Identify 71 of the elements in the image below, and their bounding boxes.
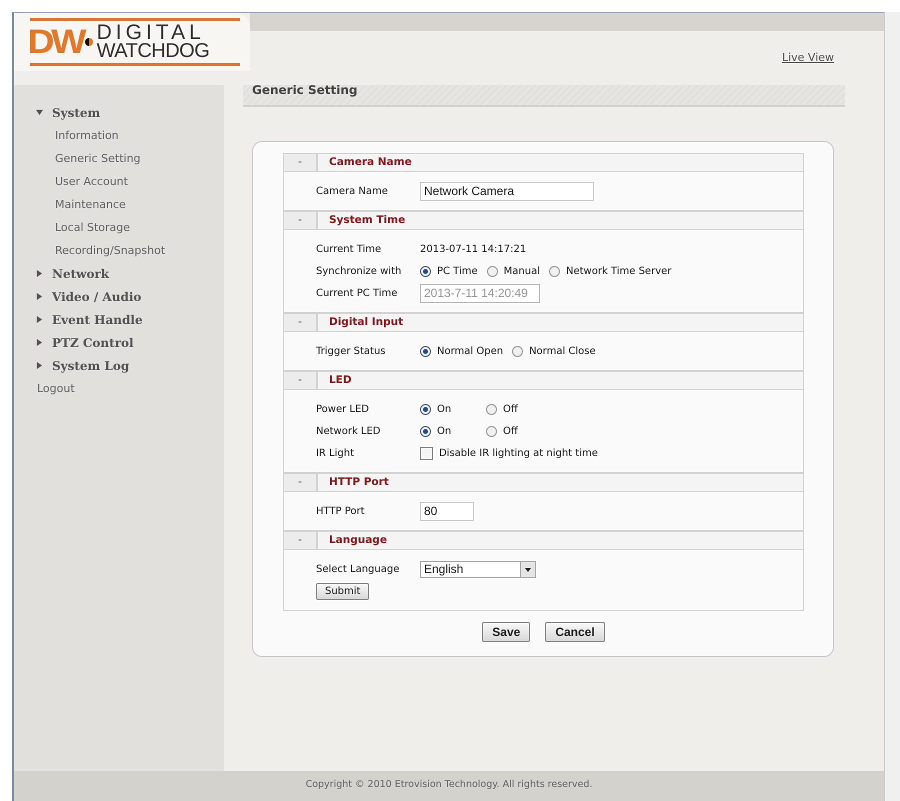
sidebar-item[interactable]: Recording/Snapshot (14, 239, 224, 262)
expanded-arrow-icon (36, 109, 43, 116)
option-label: Normal Open (436, 346, 504, 356)
sidebar-item[interactable]: Local Storage (14, 216, 224, 239)
submit-button[interactable]: Submit (316, 582, 370, 600)
field-label: Synchronize with (316, 266, 402, 276)
field-label: IR Light (316, 448, 356, 458)
caret-icon (520, 562, 535, 576)
radio-button[interactable] (486, 426, 497, 436)
section-title: Camera Name (328, 155, 412, 170)
collapse-toggle[interactable]: - (284, 154, 318, 171)
section-title: Digital Input (328, 315, 404, 330)
field-label: Power LED (316, 404, 370, 414)
field-label: Current PC Time (316, 288, 398, 298)
field-label: Trigger Status (316, 346, 387, 356)
radio-button[interactable] (420, 426, 431, 436)
radio-button[interactable] (486, 404, 497, 414)
radio-button[interactable] (420, 404, 431, 414)
collapsed-arrow-icon (36, 339, 43, 346)
option-label: Normal Close (529, 346, 596, 356)
input-field[interactable]: Network Camera (420, 182, 594, 200)
radio-button[interactable] (512, 346, 524, 356)
radio-button[interactable] (420, 266, 431, 276)
form-button[interactable]: Save (482, 622, 530, 642)
sidebar-item[interactable]: Maintenance (14, 193, 224, 216)
sidebar-group[interactable]: Video / Audio (14, 285, 224, 308)
logout-link[interactable]: Logout (14, 377, 224, 400)
section-title: HTTP Port (328, 475, 389, 490)
section-title: Language (328, 533, 387, 548)
section-title: System Time (328, 213, 406, 228)
field-label: Select Language (316, 564, 400, 574)
option-label: Disable IR lighting at night time (438, 448, 598, 458)
collapse-toggle[interactable]: - (284, 212, 318, 229)
sidebar-group[interactable]: System Log (14, 354, 224, 377)
option-label: PC Time (436, 266, 478, 276)
copyright-footer: Copyright © 2010 Etrovision Technology. All rights reserved. (14, 771, 884, 801)
option-label: Network Time Server (566, 266, 672, 276)
field-value: 2013-07-11 14:17:21 (420, 244, 526, 254)
collapsed-arrow-icon (36, 316, 43, 323)
sidebar-item[interactable]: Generic Setting (14, 147, 224, 170)
checkbox[interactable] (420, 446, 433, 460)
radio-button[interactable] (486, 266, 498, 276)
collapse-toggle[interactable]: - (284, 474, 318, 491)
sidebar-group[interactable]: Network (14, 262, 224, 285)
field-label: HTTP Port (316, 506, 366, 516)
option-label: On (436, 426, 452, 436)
sidebar-group[interactable]: System (14, 101, 224, 124)
collapsed-arrow-icon (36, 362, 43, 369)
collapse-toggle[interactable]: - (284, 372, 318, 389)
option-label: Off (502, 404, 519, 414)
collapse-toggle[interactable]: - (284, 532, 318, 549)
collapse-toggle[interactable]: - (284, 314, 318, 331)
radio-button[interactable] (549, 266, 560, 276)
sidebar-group[interactable]: Event Handle (14, 308, 224, 331)
sidebar-group[interactable]: PTZ Control (14, 331, 224, 354)
section-title: LED (328, 373, 352, 388)
collapsed-arrow-icon (36, 270, 43, 277)
option-label: Off (502, 426, 519, 436)
field-label: Network LED (316, 426, 382, 436)
language-dropdown[interactable]: English (420, 560, 536, 578)
form-button[interactable]: Cancel (545, 622, 605, 642)
live-view-link[interactable]: Live View (782, 51, 834, 64)
option-label: On (436, 404, 452, 414)
sidebar-item[interactable]: User Account (14, 170, 224, 193)
sidebar-item[interactable]: Information (14, 124, 224, 147)
option-label: Manual (504, 266, 540, 276)
collapsed-arrow-icon (36, 293, 43, 300)
field-label: Current Time (316, 244, 382, 254)
input-field[interactable]: 80 (420, 502, 474, 520)
radio-button[interactable] (420, 346, 431, 356)
field-label: Camera Name (316, 186, 389, 196)
